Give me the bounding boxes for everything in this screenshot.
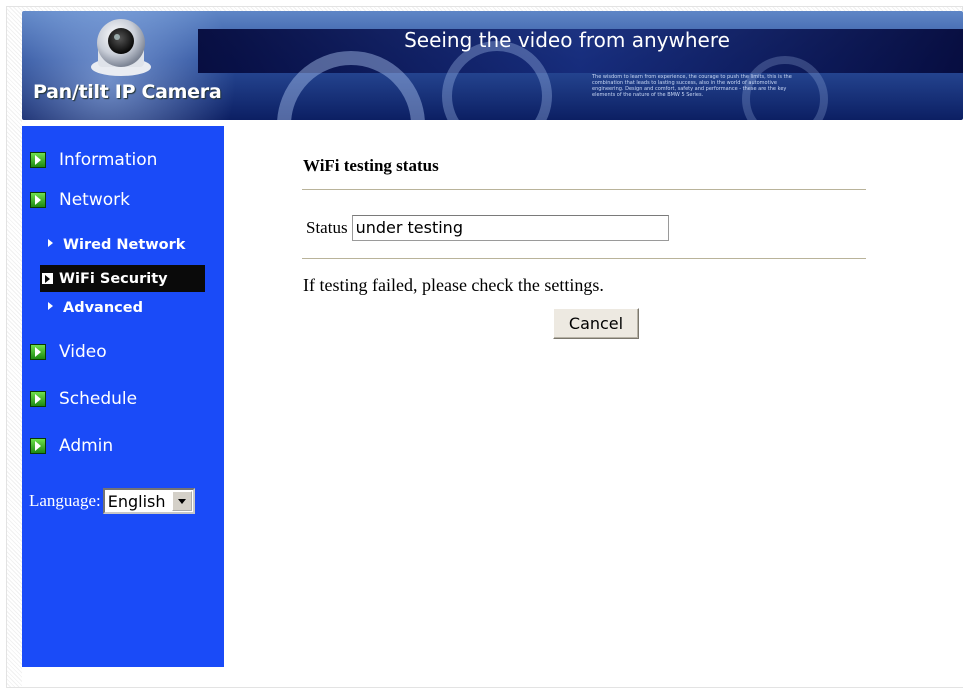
sidebar-subitem-wired-network[interactable]: Wired Network	[40, 234, 185, 256]
play-square-icon	[30, 344, 46, 360]
sidebar-subitem-label: Wired Network	[63, 237, 186, 253]
banner-title: Seeing the video from anywhere	[404, 28, 730, 52]
sidebar-item-admin[interactable]: Admin	[30, 436, 113, 456]
sidebar-item-label: Schedule	[59, 389, 138, 409]
page-title: WiFi testing status	[303, 156, 439, 175]
language-selector: Language: English	[29, 488, 195, 514]
brand-name: Pan/tilt IP Camera	[33, 81, 222, 103]
divider	[302, 189, 866, 191]
play-square-icon	[30, 438, 46, 454]
sidebar-item-network[interactable]: Network	[30, 190, 130, 210]
sidebar-item-label: Information	[59, 150, 158, 170]
sidebar-item-label: Network	[59, 190, 130, 210]
divider	[302, 258, 866, 260]
header-banner: Seeing the video from anywhere Pan/tilt …	[22, 11, 963, 120]
sidebar-item-label: Admin	[59, 436, 114, 456]
sidebar-subitem-label: WiFi Security	[59, 270, 168, 287]
sidebar-subitem-wifi-security[interactable]: WiFi Security	[40, 265, 205, 292]
help-text: If testing failed, please check the sett…	[303, 275, 604, 295]
sidebar-item-label: Video	[59, 342, 107, 362]
status-label: Status	[306, 218, 348, 237]
chevron-down-icon[interactable]	[171, 491, 192, 511]
sidebar-item-schedule[interactable]: Schedule	[30, 389, 137, 409]
play-square-icon	[42, 273, 53, 284]
camera-icon	[91, 19, 151, 76]
status-field[interactable]: under testing	[351, 215, 669, 241]
language-select-value: English	[107, 491, 166, 511]
play-square-icon	[30, 152, 46, 168]
banner-fine-print: The wisdom to learn from experience, the…	[592, 74, 792, 98]
language-select[interactable]: English	[102, 488, 195, 514]
sidebar-item-video[interactable]: Video	[30, 342, 107, 362]
sidebar-item-information[interactable]: Information	[30, 150, 157, 170]
play-square-icon	[30, 192, 46, 208]
status-row: Status under testing	[306, 215, 669, 241]
arrow-right-icon	[48, 302, 53, 310]
language-label: Language:	[29, 491, 101, 510]
sidebar-subitem-advanced[interactable]: Advanced	[40, 297, 143, 319]
sidebar-subitem-label: Advanced	[63, 300, 143, 316]
cancel-button[interactable]: Cancel	[553, 308, 639, 339]
play-square-icon	[30, 391, 46, 407]
sidebar: Information Network Wired Network WiFi S…	[22, 126, 224, 667]
arrow-right-icon	[48, 239, 53, 247]
